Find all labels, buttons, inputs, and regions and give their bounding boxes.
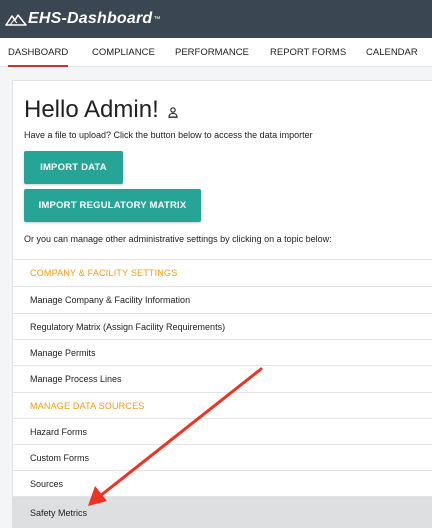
list-item-sources[interactable]: Sources bbox=[12, 470, 432, 497]
section-manage-data-sources: MANAGE DATA SOURCES bbox=[12, 392, 432, 419]
list-item-manage-company-facility[interactable]: Manage Company & Facility Information bbox=[12, 286, 432, 313]
brand-trademark: ™ bbox=[153, 15, 161, 23]
page-title: Hello Admin! bbox=[24, 96, 159, 123]
import-data-button[interactable]: IMPORT DATA bbox=[24, 151, 123, 184]
main-nav: DASHBOARD COMPLIANCE PERFORMANCE REPORT … bbox=[0, 38, 432, 67]
greeting: Hello Admin! bbox=[24, 96, 178, 124]
list-item-safety-metrics[interactable]: Safety Metrics bbox=[12, 496, 432, 528]
upload-intro-text: Have a file to upload? Click the button … bbox=[24, 130, 313, 140]
list-item-regulatory-matrix[interactable]: Regulatory Matrix (Assign Facility Requi… bbox=[12, 313, 432, 340]
mountain-logo-icon bbox=[5, 14, 27, 26]
app-header: EHS-Dashboard ™ bbox=[0, 0, 432, 38]
brand-logo[interactable]: EHS-Dashboard ™ bbox=[5, 10, 160, 28]
tab-performance[interactable]: PERFORMANCE bbox=[175, 38, 249, 67]
tab-report-forms[interactable]: REPORT FORMS bbox=[270, 38, 346, 67]
import-regulatory-matrix-button[interactable]: IMPORT REGULATORY MATRIX bbox=[24, 189, 201, 222]
section-company-facility-settings: COMPANY & FACILITY SETTINGS bbox=[12, 259, 432, 286]
manage-settings-text: Or you can manage other administrative s… bbox=[24, 234, 332, 244]
tab-compliance[interactable]: COMPLIANCE bbox=[92, 38, 155, 67]
list-item-manage-permits[interactable]: Manage Permits bbox=[12, 339, 432, 366]
list-item-hazard-forms[interactable]: Hazard Forms bbox=[12, 418, 432, 445]
user-icon bbox=[168, 106, 178, 118]
tab-dashboard[interactable]: DASHBOARD bbox=[8, 38, 69, 67]
list-item-custom-forms[interactable]: Custom Forms bbox=[12, 444, 432, 471]
tab-calendar[interactable]: CALENDAR bbox=[366, 38, 418, 67]
brand-name: EHS-Dashboard bbox=[28, 10, 153, 27]
list-item-manage-process-lines[interactable]: Manage Process Lines bbox=[12, 365, 432, 392]
